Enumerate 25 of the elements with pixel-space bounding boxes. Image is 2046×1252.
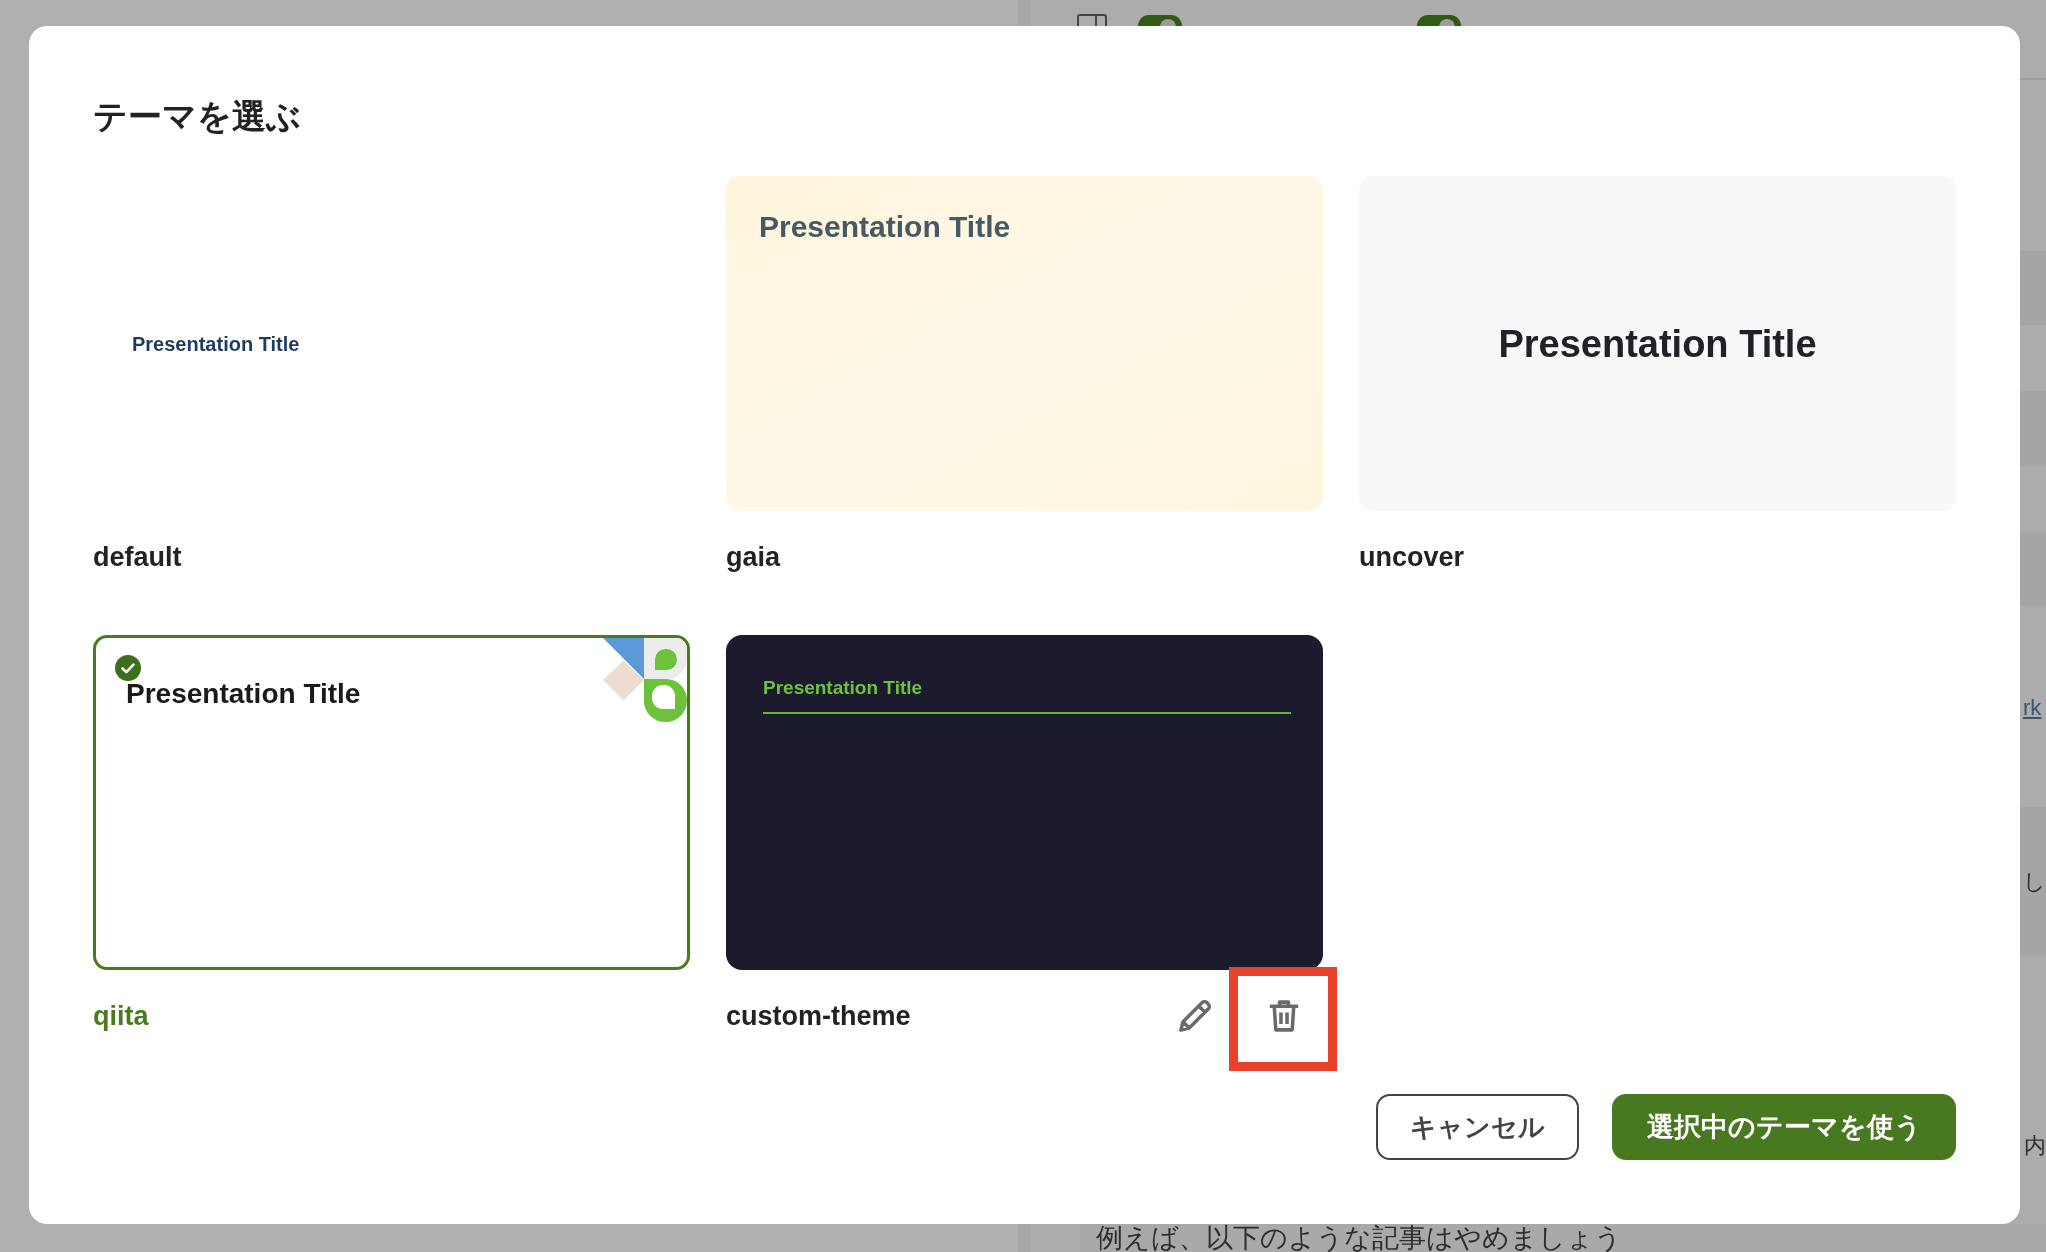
text-fragment: し: [2023, 869, 2046, 895]
theme-name: uncover: [1359, 541, 1465, 574]
trash-icon: [1268, 1000, 1300, 1032]
geometric-logo-icon: [603, 638, 687, 722]
theme-name: custom-theme: [726, 1000, 911, 1033]
delete-button[interactable]: [1268, 1000, 1300, 1032]
theme-card[interactable]: Presentation Title: [726, 635, 1323, 970]
theme-name: qiita: [93, 1000, 149, 1033]
slide-title: Presentation Title: [132, 331, 300, 357]
text-fragment: 内: [2024, 1133, 2046, 1159]
theme-card[interactable]: Presentation Title: [93, 635, 690, 970]
theme-card[interactable]: Presentation Title: [1359, 176, 1956, 511]
edit-button[interactable]: [1179, 1000, 1211, 1032]
slide-title: Presentation Title: [759, 209, 1011, 245]
slide-title: Presentation Title: [126, 677, 361, 711]
slide-title: Presentation Title: [763, 676, 923, 700]
theme-card[interactable]: Presentation Title: [726, 176, 1323, 511]
pencil-icon: [1179, 1000, 1211, 1032]
cancel-button[interactable]: キャンセル: [1376, 1094, 1579, 1160]
theme-name: default: [93, 541, 182, 574]
dialog-title: テーマを選ぶ: [93, 96, 302, 137]
slide-title: Presentation Title: [1498, 321, 1817, 367]
theme-name: gaia: [726, 541, 781, 574]
editor-text: 例えば、以下のような記事はやめましょう: [1096, 1225, 1622, 1252]
apply-button[interactable]: 選択中のテーマを使う: [1612, 1094, 1956, 1160]
